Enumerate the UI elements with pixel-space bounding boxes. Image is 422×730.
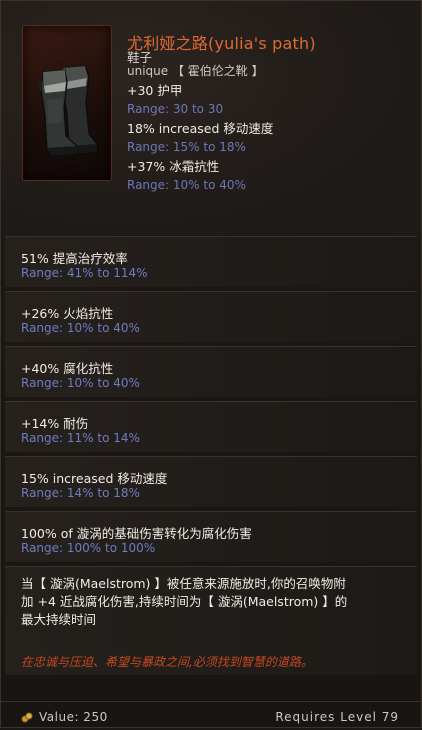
affix-row: +26% 火焰抗性 Range: 10% to 40% [5,291,417,342]
affix-range: Range: 41% to 114% [21,266,148,280]
affix-row: 15% increased 移动速度 Range: 14% to 18% [5,456,417,507]
affix-range: Range: 100% to 100% [21,541,156,555]
required-level: Requires Level 79 [275,710,399,724]
affix-range: Range: 11% to 14% [21,431,140,445]
gold-coin-icon [21,712,33,723]
affix-range: Range: 10% to 40% [21,321,140,335]
item-image-frame [22,25,112,181]
tooltip-footer: Value: 250 Requires Level 79 [1,701,421,730]
implicit-line: +37% 冰霜抗性 [127,159,220,174]
item-rarity: unique 【 霍伯伦之靴 】 [127,64,264,78]
affix-range: Range: 10% to 40% [21,376,140,390]
affix-row: 100% of 漩涡的基础伤害转化为腐化伤害 Range: 100% to 10… [5,511,417,562]
tooltip-header: 尤利娅之路(yulia's path) 鞋子 unique 【 霍伯伦之靴 】 … [1,1,421,236]
affix-row: +40% 腐化抗性 Range: 10% to 40% [5,346,417,397]
affix-line: 51% 提高治疗效率 [21,251,128,266]
affix-row: 51% 提高治疗效率 Range: 41% to 114% [5,236,417,287]
implicit-line: +30 护甲 [127,83,183,98]
affix-row: +14% 耐伤 Range: 11% to 14% [5,401,417,452]
item-value: Value: 250 [39,710,108,724]
implicit-line: 18% increased 移动速度 [127,121,274,136]
affix-line: 100% of 漩涡的基础伤害转化为腐化伤害 [21,526,252,541]
unique-effect-text: 当【 漩涡(Maelstrom) 】被任意来源施放时,你的召唤物附 加 +4 近… [21,575,411,629]
affix-range: Range: 14% to 18% [21,486,140,500]
affix-line: +26% 火焰抗性 [21,306,114,321]
unique-effect-line: 最大持续时间 [21,612,97,627]
item-name: 尤利娅之路(yulia's path) [127,34,316,53]
affix-line: +40% 腐化抗性 [21,361,114,376]
implicit-range: Range: 10% to 40% [127,178,246,192]
boots-icon [37,65,98,157]
affix-line: 15% increased 移动速度 [21,471,168,486]
affix-line: +14% 耐伤 [21,416,89,431]
item-tooltip: 尤利娅之路(yulia's path) 鞋子 unique 【 霍伯伦之靴 】 … [0,0,422,728]
unique-effect-line: 加 +4 近战腐化伤害,持续时间为【 漩涡(Maelstrom) 】的 [21,594,348,609]
lore-text: 在忠诚与压迫、希望与暴政之间,必须找到智慧的道路。 [21,655,313,669]
unique-effect-block: 当【 漩涡(Maelstrom) 】被任意来源施放时,你的召唤物附 加 +4 近… [5,566,417,675]
implicit-stats: +30 护甲 Range: 30 to 30 18% increased 移动速… [127,81,407,195]
implicit-range: Range: 30 to 30 [127,102,224,116]
implicit-range: Range: 15% to 18% [127,140,246,154]
unique-effect-line: 当【 漩涡(Maelstrom) 】被任意来源施放时,你的召唤物附 [21,576,346,591]
